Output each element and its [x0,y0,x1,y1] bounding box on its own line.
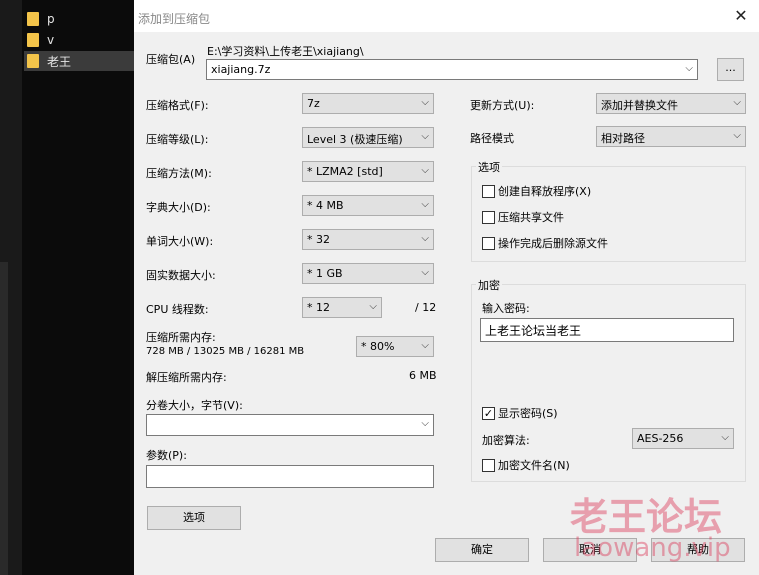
dict-select[interactable]: * 4 MB ⌵ [302,195,434,216]
archive-name-combo[interactable]: xiajiang.7z ⌵ [206,59,698,80]
level-label: 压缩等级(L): [146,133,209,146]
close-icon[interactable]: ✕ [731,6,751,26]
chevron-down-icon: ⌵ [733,97,741,108]
split-label: 分卷大小，字节(V): [146,399,243,412]
threads-label: CPU 线程数: [146,303,209,316]
encryption-group-title: 加密 [476,277,502,293]
archive-name-value: xiajiang.7z [211,63,271,76]
solid-label: 固实数据大小: [146,269,216,282]
title-bar: 添加到压缩包 ✕ [134,0,759,32]
folder-label: 老王 [47,54,72,69]
path-mode-value: 相对路径 [601,132,645,145]
sfx-checkbox[interactable]: 创建自释放程序(X) [482,183,591,199]
folder-label: v [47,33,55,47]
sfx-label: 创建自释放程序(X) [498,185,592,198]
mem-decompress-label: 解压缩所需内存: [146,371,227,384]
mem-decompress-value: 6 MB [409,369,437,382]
encrypt-names-checkbox[interactable]: 加密文件名(N) [482,457,570,473]
dict-label: 字典大小(D): [146,201,211,214]
mem-percent-select[interactable]: * 80% ⌵ [356,336,434,357]
path-mode-label: 路径模式 [470,132,514,145]
chevron-down-icon: ⌵ [421,131,429,142]
format-value: 7z [307,97,320,110]
chevron-down-icon: ⌵ [685,63,693,74]
threads-select[interactable]: * 12 ⌵ [302,297,382,318]
encrypt-names-label: 加密文件名(N) [498,459,570,472]
options-group-title: 选项 [476,159,502,175]
checkbox-box [482,210,495,224]
folder-icon [27,33,39,47]
method-label: 压缩方法(M): [146,167,212,180]
word-value: * 32 [307,233,330,246]
password-input[interactable]: 上老王论坛当老王 [480,318,734,342]
chevron-down-icon: ⌵ [421,97,429,108]
checkbox-box [482,458,495,472]
path-mode-select[interactable]: 相对路径 ⌵ [596,126,746,147]
word-label: 单词大小(W): [146,235,214,248]
method-select[interactable]: * LZMA2 [std] ⌵ [302,161,434,182]
chevron-down-icon: ⌵ [421,340,429,351]
shared-label: 压缩共享文件 [498,211,564,224]
folder-item[interactable]: 老王 [24,51,134,71]
chevron-down-icon: ⌵ [421,165,429,176]
show-password-checkbox[interactable]: ✓ 显示密码(S) [482,405,558,421]
level-value: Level 3 (极速压缩) [307,133,403,146]
format-select[interactable]: 7z ⌵ [302,93,434,114]
level-select[interactable]: Level 3 (极速压缩) ⌵ [302,127,434,148]
watermark-url: laowang.vip [574,533,731,563]
chevron-down-icon: ⌵ [421,199,429,210]
checkmark-icon: ✓ [482,406,495,420]
chevron-down-icon: ⌵ [421,233,429,244]
update-mode-label: 更新方式(U): [470,99,535,112]
chevron-down-icon: ⌵ [369,301,377,312]
dict-value: * 4 MB [307,199,344,212]
password-label: 输入密码: [482,302,530,315]
solid-select[interactable]: * 1 GB ⌵ [302,263,434,284]
shared-checkbox[interactable]: 压缩共享文件 [482,209,564,225]
params-input[interactable] [146,465,434,488]
split-combo[interactable]: ⌵ [146,414,434,436]
folder-item[interactable]: p [24,9,134,29]
add-to-archive-dialog: 添加到压缩包 ✕ 压缩包(A) E:\学习资料\上传老王\xiajiang\ x… [134,0,759,575]
delete-source-label: 操作完成后删除源文件 [498,237,608,250]
checkbox-box [482,184,495,198]
folder-label: p [47,12,55,26]
delete-source-checkbox[interactable]: 操作完成后删除源文件 [482,235,608,251]
method-value: * LZMA2 [std] [307,165,383,178]
mem-percent-value: * 80% [361,340,395,353]
params-label: 参数(P): [146,449,187,462]
show-password-label: 显示密码(S) [498,407,558,420]
format-label: 压缩格式(F): [146,99,209,112]
mem-compress-detail: 728 MB / 13025 MB / 16281 MB [146,346,305,357]
threads-value: * 12 [307,301,330,314]
mem-compress-label: 压缩所需内存: [146,331,216,344]
folder-icon [27,54,39,68]
chevron-down-icon: ⌵ [721,432,729,443]
explorer-scroll-region [0,262,8,575]
encryption-method-select[interactable]: AES-256 ⌵ [632,428,734,449]
word-select[interactable]: * 32 ⌵ [302,229,434,250]
folder-item[interactable]: v [24,30,134,50]
chevron-down-icon: ⌵ [733,130,741,141]
browse-button[interactable]: ... [717,58,744,81]
folder-icon [27,12,39,26]
encryption-method-label: 加密算法: [482,434,530,447]
chevron-down-icon: ⌵ [421,267,429,278]
chevron-down-icon: ⌵ [421,418,429,429]
options-button[interactable]: 选项 [147,506,241,530]
encryption-method-value: AES-256 [637,432,684,445]
checkbox-box [482,236,495,250]
solid-value: * 1 GB [307,267,343,280]
update-mode-value: 添加并替换文件 [601,99,678,112]
ok-button[interactable]: 确定 [435,538,529,562]
dialog-title: 添加到压缩包 [138,12,211,26]
threads-max: / 12 [415,301,437,314]
update-mode-select[interactable]: 添加并替换文件 ⌵ [596,93,746,114]
archive-path: E:\学习资料\上传老王\xiajiang\ [207,45,364,58]
archive-label: 压缩包(A) [146,53,196,66]
